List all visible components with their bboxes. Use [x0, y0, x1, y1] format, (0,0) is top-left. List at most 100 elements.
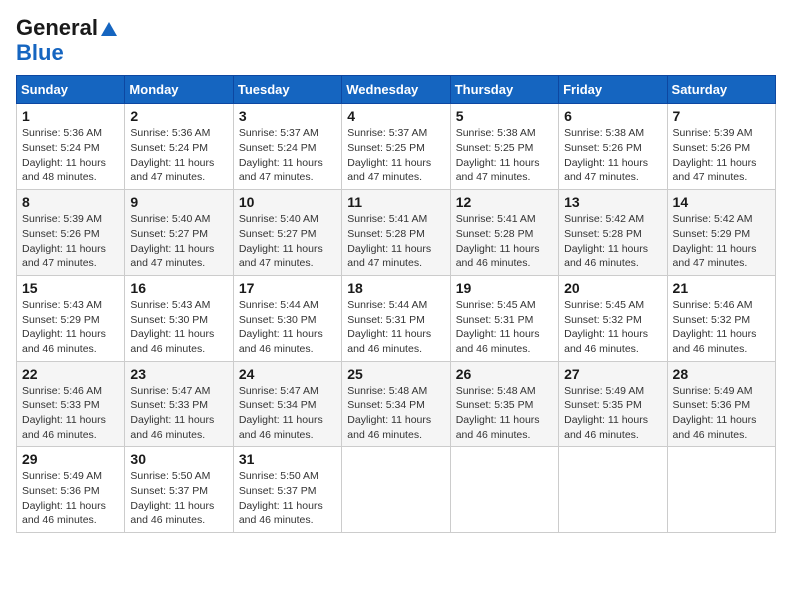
day-number: 3: [239, 108, 336, 124]
day-number: 24: [239, 366, 336, 382]
day-number: 14: [673, 194, 770, 210]
day-number: 16: [130, 280, 227, 296]
calendar-cell: 9 Sunrise: 5:40 AM Sunset: 5:27 PM Dayli…: [125, 190, 233, 276]
day-info: Sunrise: 5:39 AM Sunset: 5:26 PM Dayligh…: [673, 126, 770, 185]
calendar-cell: 23 Sunrise: 5:47 AM Sunset: 5:33 PM Dayl…: [125, 361, 233, 447]
calendar-table: SundayMondayTuesdayWednesdayThursdayFrid…: [16, 75, 776, 533]
day-info: Sunrise: 5:39 AM Sunset: 5:26 PM Dayligh…: [22, 212, 119, 271]
day-number: 30: [130, 451, 227, 467]
calendar-cell: 6 Sunrise: 5:38 AM Sunset: 5:26 PM Dayli…: [559, 104, 667, 190]
calendar-cell: 17 Sunrise: 5:44 AM Sunset: 5:30 PM Dayl…: [233, 275, 341, 361]
day-number: 20: [564, 280, 661, 296]
day-info: Sunrise: 5:50 AM Sunset: 5:37 PM Dayligh…: [239, 469, 336, 528]
calendar-cell: 26 Sunrise: 5:48 AM Sunset: 5:35 PM Dayl…: [450, 361, 558, 447]
day-info: Sunrise: 5:41 AM Sunset: 5:28 PM Dayligh…: [456, 212, 553, 271]
calendar-week-5: 29 Sunrise: 5:49 AM Sunset: 5:36 PM Dayl…: [17, 447, 776, 533]
calendar-cell: 3 Sunrise: 5:37 AM Sunset: 5:24 PM Dayli…: [233, 104, 341, 190]
calendar-cell: 15 Sunrise: 5:43 AM Sunset: 5:29 PM Dayl…: [17, 275, 125, 361]
calendar-cell: 4 Sunrise: 5:37 AM Sunset: 5:25 PM Dayli…: [342, 104, 450, 190]
calendar-cell: 25 Sunrise: 5:48 AM Sunset: 5:34 PM Dayl…: [342, 361, 450, 447]
day-number: 6: [564, 108, 661, 124]
weekday-header-sunday: Sunday: [17, 76, 125, 104]
calendar-cell: [342, 447, 450, 533]
calendar-cell: 22 Sunrise: 5:46 AM Sunset: 5:33 PM Dayl…: [17, 361, 125, 447]
day-info: Sunrise: 5:44 AM Sunset: 5:31 PM Dayligh…: [347, 298, 444, 357]
day-info: Sunrise: 5:48 AM Sunset: 5:34 PM Dayligh…: [347, 384, 444, 443]
day-info: Sunrise: 5:45 AM Sunset: 5:31 PM Dayligh…: [456, 298, 553, 357]
calendar-cell: 11 Sunrise: 5:41 AM Sunset: 5:28 PM Dayl…: [342, 190, 450, 276]
calendar-cell: [667, 447, 775, 533]
day-number: 23: [130, 366, 227, 382]
calendar-cell: 10 Sunrise: 5:40 AM Sunset: 5:27 PM Dayl…: [233, 190, 341, 276]
day-info: Sunrise: 5:46 AM Sunset: 5:32 PM Dayligh…: [673, 298, 770, 357]
day-info: Sunrise: 5:38 AM Sunset: 5:26 PM Dayligh…: [564, 126, 661, 185]
day-number: 7: [673, 108, 770, 124]
calendar-cell: 29 Sunrise: 5:49 AM Sunset: 5:36 PM Dayl…: [17, 447, 125, 533]
calendar-week-2: 8 Sunrise: 5:39 AM Sunset: 5:26 PM Dayli…: [17, 190, 776, 276]
weekday-header-tuesday: Tuesday: [233, 76, 341, 104]
day-number: 13: [564, 194, 661, 210]
logo-text: General: [16, 16, 118, 40]
day-info: Sunrise: 5:47 AM Sunset: 5:34 PM Dayligh…: [239, 384, 336, 443]
day-number: 12: [456, 194, 553, 210]
day-info: Sunrise: 5:41 AM Sunset: 5:28 PM Dayligh…: [347, 212, 444, 271]
calendar-cell: 16 Sunrise: 5:43 AM Sunset: 5:30 PM Dayl…: [125, 275, 233, 361]
calendar-cell: 27 Sunrise: 5:49 AM Sunset: 5:35 PM Dayl…: [559, 361, 667, 447]
weekday-header-friday: Friday: [559, 76, 667, 104]
day-number: 15: [22, 280, 119, 296]
calendar-cell: 14 Sunrise: 5:42 AM Sunset: 5:29 PM Dayl…: [667, 190, 775, 276]
day-info: Sunrise: 5:43 AM Sunset: 5:29 PM Dayligh…: [22, 298, 119, 357]
day-info: Sunrise: 5:50 AM Sunset: 5:37 PM Dayligh…: [130, 469, 227, 528]
calendar-cell: 21 Sunrise: 5:46 AM Sunset: 5:32 PM Dayl…: [667, 275, 775, 361]
day-number: 22: [22, 366, 119, 382]
day-info: Sunrise: 5:42 AM Sunset: 5:29 PM Dayligh…: [673, 212, 770, 271]
day-info: Sunrise: 5:44 AM Sunset: 5:30 PM Dayligh…: [239, 298, 336, 357]
calendar-cell: 31 Sunrise: 5:50 AM Sunset: 5:37 PM Dayl…: [233, 447, 341, 533]
day-info: Sunrise: 5:49 AM Sunset: 5:35 PM Dayligh…: [564, 384, 661, 443]
day-number: 1: [22, 108, 119, 124]
calendar-cell: 1 Sunrise: 5:36 AM Sunset: 5:24 PM Dayli…: [17, 104, 125, 190]
day-number: 11: [347, 194, 444, 210]
day-number: 18: [347, 280, 444, 296]
day-info: Sunrise: 5:36 AM Sunset: 5:24 PM Dayligh…: [22, 126, 119, 185]
day-info: Sunrise: 5:37 AM Sunset: 5:24 PM Dayligh…: [239, 126, 336, 185]
weekday-header-wednesday: Wednesday: [342, 76, 450, 104]
day-number: 27: [564, 366, 661, 382]
day-info: Sunrise: 5:38 AM Sunset: 5:25 PM Dayligh…: [456, 126, 553, 185]
day-number: 9: [130, 194, 227, 210]
header: General Blue: [16, 16, 776, 65]
day-number: 31: [239, 451, 336, 467]
logo-blue-text: Blue: [16, 40, 64, 65]
day-number: 17: [239, 280, 336, 296]
calendar-cell: 30 Sunrise: 5:50 AM Sunset: 5:37 PM Dayl…: [125, 447, 233, 533]
calendar-week-1: 1 Sunrise: 5:36 AM Sunset: 5:24 PM Dayli…: [17, 104, 776, 190]
calendar-cell: 19 Sunrise: 5:45 AM Sunset: 5:31 PM Dayl…: [450, 275, 558, 361]
day-info: Sunrise: 5:36 AM Sunset: 5:24 PM Dayligh…: [130, 126, 227, 185]
calendar-cell: 20 Sunrise: 5:45 AM Sunset: 5:32 PM Dayl…: [559, 275, 667, 361]
page-container: General Blue SundayMondayTuesdayWednesda…: [16, 16, 776, 533]
weekday-header-monday: Monday: [125, 76, 233, 104]
day-number: 25: [347, 366, 444, 382]
calendar-cell: 8 Sunrise: 5:39 AM Sunset: 5:26 PM Dayli…: [17, 190, 125, 276]
day-info: Sunrise: 5:48 AM Sunset: 5:35 PM Dayligh…: [456, 384, 553, 443]
day-number: 29: [22, 451, 119, 467]
calendar-cell: 7 Sunrise: 5:39 AM Sunset: 5:26 PM Dayli…: [667, 104, 775, 190]
day-number: 2: [130, 108, 227, 124]
day-info: Sunrise: 5:40 AM Sunset: 5:27 PM Dayligh…: [130, 212, 227, 271]
calendar-week-3: 15 Sunrise: 5:43 AM Sunset: 5:29 PM Dayl…: [17, 275, 776, 361]
weekday-header-thursday: Thursday: [450, 76, 558, 104]
day-info: Sunrise: 5:49 AM Sunset: 5:36 PM Dayligh…: [673, 384, 770, 443]
day-info: Sunrise: 5:49 AM Sunset: 5:36 PM Dayligh…: [22, 469, 119, 528]
day-number: 4: [347, 108, 444, 124]
logo: General Blue: [16, 16, 118, 65]
day-number: 21: [673, 280, 770, 296]
day-info: Sunrise: 5:47 AM Sunset: 5:33 PM Dayligh…: [130, 384, 227, 443]
day-info: Sunrise: 5:40 AM Sunset: 5:27 PM Dayligh…: [239, 212, 336, 271]
calendar-cell: 5 Sunrise: 5:38 AM Sunset: 5:25 PM Dayli…: [450, 104, 558, 190]
day-info: Sunrise: 5:46 AM Sunset: 5:33 PM Dayligh…: [22, 384, 119, 443]
day-info: Sunrise: 5:45 AM Sunset: 5:32 PM Dayligh…: [564, 298, 661, 357]
day-number: 8: [22, 194, 119, 210]
calendar-cell: 2 Sunrise: 5:36 AM Sunset: 5:24 PM Dayli…: [125, 104, 233, 190]
calendar-cell: 24 Sunrise: 5:47 AM Sunset: 5:34 PM Dayl…: [233, 361, 341, 447]
calendar-cell: 28 Sunrise: 5:49 AM Sunset: 5:36 PM Dayl…: [667, 361, 775, 447]
